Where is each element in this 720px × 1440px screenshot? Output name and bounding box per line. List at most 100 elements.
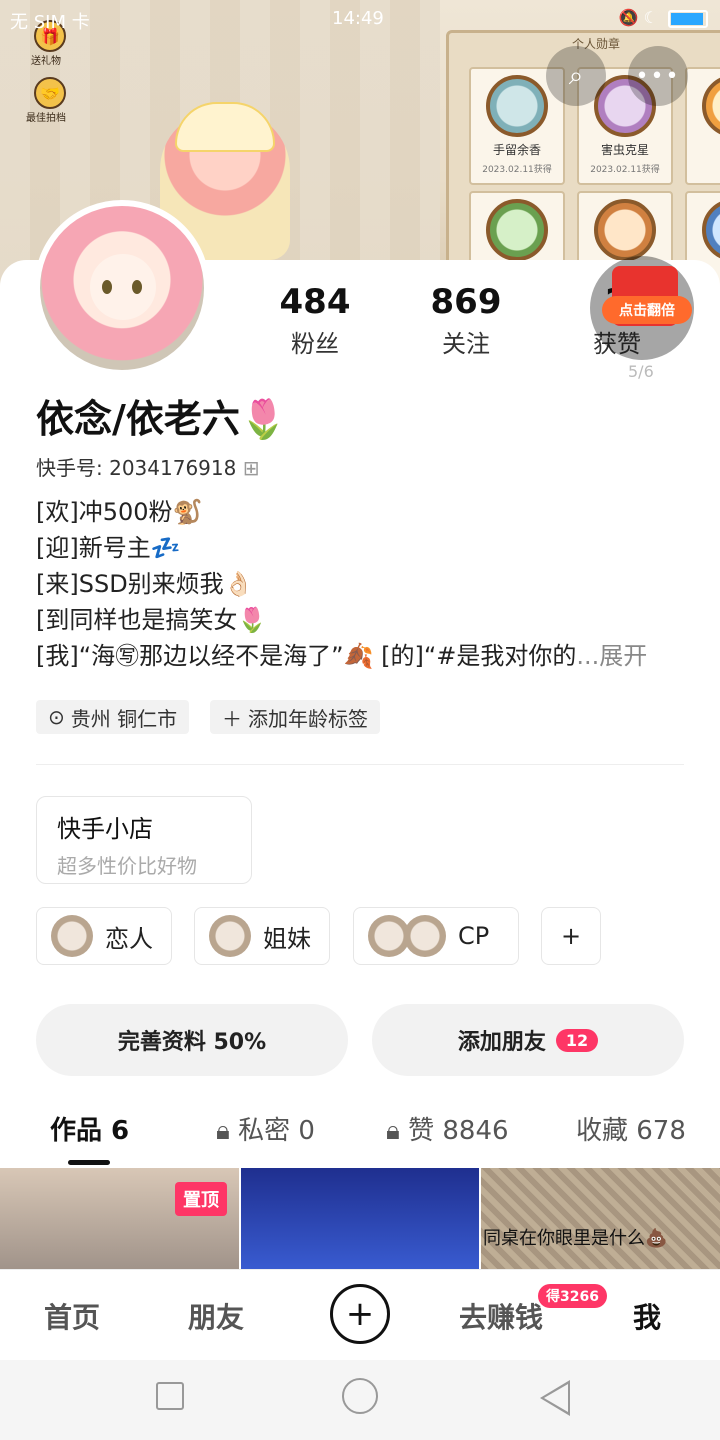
best-partner-entry[interactable]: 🤝 最佳拍档 bbox=[26, 77, 70, 124]
lock-icon: 🔒︎ bbox=[386, 1116, 400, 1146]
add-friend-badge: 12 bbox=[555, 1028, 599, 1052]
medal-name: 天天 bbox=[687, 141, 720, 158]
pinned-badge: 置顶 bbox=[175, 1182, 227, 1216]
nav-earn[interactable]: 去赚钱 bbox=[459, 1296, 543, 1336]
medal-name: 害虫克星 bbox=[600, 143, 649, 157]
add-relation-button[interactable]: + bbox=[541, 907, 601, 965]
stat-label: 粉丝 bbox=[291, 330, 339, 358]
tab-label: 作品 6 bbox=[50, 1116, 130, 1146]
medal-name: 手留余香 bbox=[492, 143, 541, 157]
plus-icon: ＋ bbox=[222, 706, 242, 731]
qr-code-icon[interactable]: ⊞ bbox=[243, 456, 260, 480]
medal-icon bbox=[702, 75, 720, 137]
location-text: 贵州 铜仁市 bbox=[70, 706, 178, 731]
bio-expand-link[interactable]: ...展开 bbox=[576, 642, 647, 670]
shop-subtitle: 超多性价比好物 bbox=[57, 854, 197, 878]
kuaishou-shop-card[interactable]: 快手小店 超多性价比好物 bbox=[36, 796, 252, 884]
nav-me[interactable]: 我 bbox=[633, 1296, 661, 1336]
relation-lover[interactable]: 恋人 bbox=[36, 907, 172, 965]
relation-cp[interactable]: CP bbox=[353, 907, 519, 965]
relation-avatar bbox=[51, 915, 93, 957]
add-friend-button[interactable]: 添加朋友 12 bbox=[372, 1004, 684, 1076]
lock-icon: 🔒︎ bbox=[216, 1116, 230, 1146]
divider bbox=[36, 764, 684, 765]
kuaishou-id-text: 快手号: 2034176918 bbox=[36, 456, 237, 480]
sim-status: 无 SIM 卡 bbox=[10, 12, 90, 33]
shop-title: 快手小店 bbox=[57, 815, 153, 843]
add-age-tag-label: 添加年龄标签 bbox=[248, 706, 368, 731]
stat-followers[interactable]: 484 粉丝 bbox=[250, 282, 380, 359]
work-thumbnail[interactable]: 同桌在你眼里是什么💩 bbox=[481, 1168, 720, 1278]
double-reward-button[interactable]: 点击翻倍 bbox=[602, 296, 692, 324]
work-thumbnail[interactable] bbox=[241, 1168, 479, 1278]
location-pin-icon: ⊙ bbox=[48, 705, 65, 729]
active-tab-indicator bbox=[68, 1160, 110, 1165]
bio-line-text: [我]“海㊢那边以经不是海了”🍂 [的]“#是我对你的 bbox=[36, 642, 577, 670]
nickname: 依念/依老六🌷 bbox=[36, 397, 288, 441]
works-grid: 置顶 同桌在你眼里是什么💩 bbox=[0, 1168, 720, 1278]
avatar-eye bbox=[132, 280, 142, 294]
location-tag[interactable]: ⊙ 贵州 铜仁市 bbox=[36, 700, 190, 734]
bio-line: [来]SSD别来烦我👌🏻 bbox=[36, 570, 254, 598]
handshake-icon: 🤝 bbox=[34, 77, 66, 109]
add-friend-label: 添加朋友 bbox=[457, 1030, 546, 1055]
tab-label: 赞 8846 bbox=[408, 1116, 509, 1146]
gift-label: 送礼物 bbox=[31, 56, 61, 67]
best-partner-label: 最佳拍档 bbox=[26, 113, 66, 124]
red-packet-widget[interactable]: 点击翻倍 bbox=[590, 256, 694, 360]
red-packet-count: 5/6 bbox=[628, 362, 654, 381]
content-tabs: 作品 6 🔒︎ 私密 0 🔒︎ 赞 8846 收藏 678 bbox=[0, 1110, 720, 1160]
relation-avatar bbox=[209, 915, 251, 957]
work-thumbnail[interactable]: 置顶 bbox=[0, 1168, 239, 1278]
relation-avatar bbox=[404, 915, 446, 957]
stat-following[interactable]: 869 关注 bbox=[401, 282, 531, 359]
relation-label: CP bbox=[458, 922, 490, 950]
tab-label: 私密 0 bbox=[238, 1116, 315, 1146]
clock: 14:49 bbox=[332, 8, 384, 29]
stat-value: 869 bbox=[430, 282, 502, 322]
more-icon[interactable]: ••• bbox=[628, 46, 688, 106]
relation-label: 姐妹 bbox=[263, 924, 311, 953]
bio-line: [迎]新号主💤 bbox=[36, 534, 181, 562]
plus-icon: + bbox=[345, 1294, 375, 1334]
medal-date: 2023.02.11获得 bbox=[590, 165, 660, 175]
earn-badge: 得3266 bbox=[538, 1284, 607, 1308]
avatar-eye bbox=[102, 280, 112, 294]
bio-line: [我]“海㊢那边以经不是海了”🍂 [的]“#是我对你的...展开 bbox=[36, 638, 647, 674]
stat-label: 关注 bbox=[442, 330, 490, 358]
notification-icons: 🔕 ☾ bbox=[618, 8, 658, 27]
plus-icon: + bbox=[560, 922, 582, 950]
tab-liked[interactable]: 🔒︎ 赞 8846 bbox=[386, 1110, 509, 1147]
nav-home[interactable]: 首页 bbox=[44, 1296, 100, 1336]
complete-profile-label: 完善资料 50% bbox=[117, 1030, 267, 1055]
system-nav-bar bbox=[0, 1360, 720, 1440]
medal-date: 2023.02.11获得 bbox=[482, 165, 552, 175]
tab-label: 收藏 678 bbox=[576, 1116, 686, 1146]
recents-icon[interactable] bbox=[156, 1382, 184, 1410]
battery-icon bbox=[668, 10, 708, 28]
avatar-face bbox=[90, 254, 156, 320]
add-age-tag-button[interactable]: ＋ 添加年龄标签 bbox=[210, 700, 380, 734]
tab-works[interactable]: 作品 6 bbox=[50, 1110, 129, 1147]
medal-icon bbox=[486, 75, 548, 137]
complete-profile-button[interactable]: 完善资料 50% bbox=[36, 1004, 348, 1076]
bio-line: [到同样也是搞笑女🌷 bbox=[36, 606, 268, 634]
kuaishou-id[interactable]: 快手号: 2034176918 ⊞ bbox=[36, 452, 259, 481]
tab-favorites[interactable]: 收藏 678 bbox=[576, 1110, 686, 1147]
bio: [欢]冲500粉🐒 [迎]新号主💤 [来]SSD别来烦我👌🏻 [到同样也是搞笑女… bbox=[36, 494, 647, 674]
create-post-button[interactable]: + bbox=[330, 1284, 390, 1344]
relation-label: 恋人 bbox=[105, 924, 153, 953]
back-icon[interactable] bbox=[540, 1380, 570, 1416]
thumbnail-caption: 同桌在你眼里是什么💩 bbox=[483, 1228, 668, 1249]
medal-card[interactable]: 天天 bbox=[685, 67, 720, 185]
medal-icon bbox=[486, 199, 548, 261]
avatar[interactable] bbox=[34, 200, 210, 376]
search-icon[interactable]: ⌕ bbox=[546, 46, 606, 106]
medal-icon bbox=[594, 199, 656, 261]
nav-friends[interactable]: 朋友 bbox=[188, 1296, 244, 1336]
home-icon[interactable] bbox=[342, 1378, 378, 1414]
relation-sisters[interactable]: 姐妹 bbox=[194, 907, 330, 965]
tab-private[interactable]: 🔒︎ 私密 0 bbox=[216, 1110, 315, 1147]
stat-value: 484 bbox=[279, 282, 351, 322]
status-bar: 无 SIM 卡 14:49 🔕 ☾ bbox=[0, 0, 720, 40]
